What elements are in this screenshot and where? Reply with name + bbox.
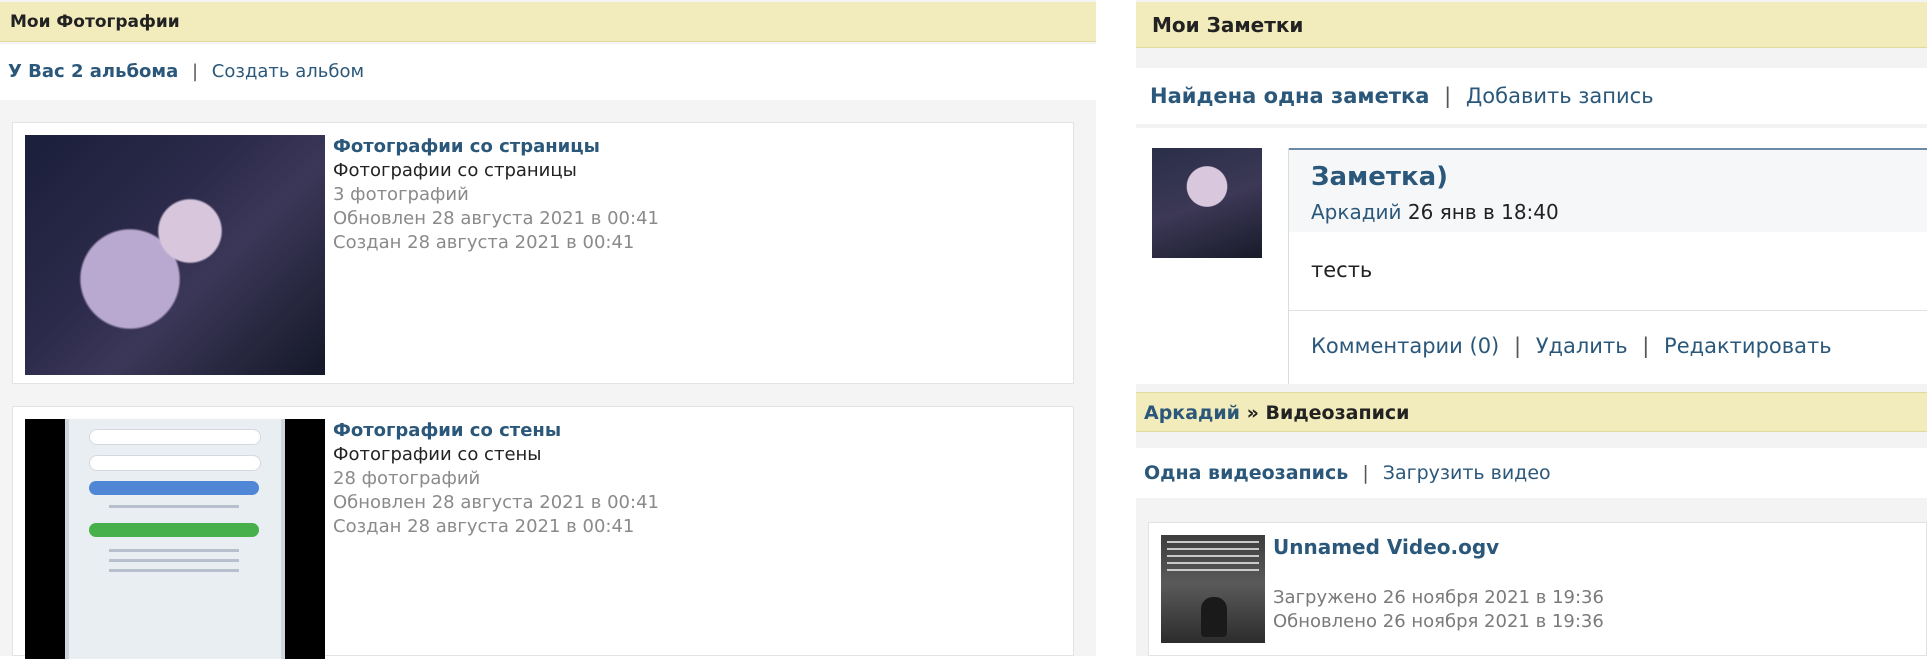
album-info: Фотографии со страницы Фотографии со стр…	[333, 135, 659, 255]
thumb-button	[89, 523, 259, 537]
thumb-figure	[1201, 597, 1227, 637]
divider	[1289, 310, 1927, 311]
photos-panel: Мои Фотографии У Вас 2 альбома | Создать…	[0, 0, 1096, 659]
breadcrumb-arrow: »	[1246, 402, 1259, 424]
thumb-caption-lines	[1167, 541, 1259, 571]
note-meta: Аркадий 26 янв в 18:40	[1311, 200, 1559, 224]
thumb-button	[89, 481, 259, 495]
delete-link[interactable]: Удалить	[1536, 334, 1628, 358]
album-card: Фотографии со страницы Фотографии со стр…	[12, 122, 1074, 384]
thumb-text	[109, 559, 239, 562]
comments-link[interactable]: Комментарии (0)	[1311, 334, 1499, 358]
album-created: Создан 28 августа 2021 в 00:41	[333, 516, 635, 537]
album-updated: Обновлен 28 августа 2021 в 00:41	[333, 492, 659, 513]
videos-summary: Одна видеозапись | Загрузить видео	[1136, 448, 1927, 498]
note-title-link[interactable]: Заметка)	[1311, 162, 1448, 192]
thumb-field	[89, 455, 261, 471]
album-created: Создан 28 августа 2021 в 00:41	[333, 232, 635, 253]
notes-header: Мои Заметки	[1136, 2, 1927, 48]
thumb-field	[89, 429, 261, 445]
edit-link[interactable]: Редактировать	[1664, 334, 1832, 358]
note-item: Заметка) Аркадий 26 янв в 18:40 тесть Ко…	[1136, 128, 1927, 384]
album-title-link[interactable]: Фотографии со страницы	[333, 135, 659, 159]
album-subtitle: Фотографии со страницы	[333, 160, 577, 181]
thumb-text	[109, 505, 239, 508]
video-uploaded: Загружено 26 ноября 2021 в 19:36	[1273, 587, 1604, 608]
summary-separator: |	[1362, 462, 1369, 484]
actions-separator: |	[1642, 334, 1650, 358]
album-photo-count: 28 фотографий	[333, 468, 481, 489]
album-updated: Обновлен 28 августа 2021 в 00:41	[333, 208, 659, 229]
videos-header: Аркадий » Видеозаписи	[1136, 392, 1927, 432]
add-note-link[interactable]: Добавить запись	[1466, 84, 1654, 108]
note-header: Заметка) Аркадий 26 янв в 18:40	[1289, 148, 1927, 232]
photos-header: Мои Фотографии	[0, 2, 1096, 42]
summary-separator: |	[1444, 84, 1452, 108]
album-thumbnail[interactable]	[25, 135, 325, 375]
note-datetime: 26 янв в 18:40	[1407, 200, 1559, 224]
create-album-link[interactable]: Создать альбом	[212, 61, 364, 82]
summary-separator: |	[191, 61, 199, 82]
right-panel: Мои Заметки Найдена одна заметка | Добав…	[1136, 0, 1927, 656]
notes-summary: Найдена одна заметка | Добавить запись	[1136, 68, 1927, 124]
thumb-text	[109, 569, 239, 572]
album-thumbnail[interactable]	[25, 419, 325, 659]
note-body: тесть	[1311, 258, 1373, 282]
albums-count-link[interactable]: У Вас 2 альбома	[8, 61, 178, 82]
avatar[interactable]	[1152, 148, 1262, 258]
thumb-text	[109, 549, 239, 552]
album-card: Фотографии со стены Фотографии со стены …	[12, 406, 1074, 659]
album-photo-count: 3 фотографий	[333, 184, 469, 205]
video-thumbnail[interactable]	[1161, 535, 1265, 643]
note-author-link[interactable]: Аркадий	[1311, 200, 1402, 224]
videos-header-section: Видеозаписи	[1265, 402, 1410, 424]
phone-screenshot	[65, 419, 285, 659]
note-actions: Комментарии (0) | Удалить | Редактироват…	[1311, 334, 1832, 358]
notes-count-link[interactable]: Найдена одна заметка	[1150, 84, 1429, 108]
videos-header-user-link[interactable]: Аркадий	[1144, 402, 1240, 424]
album-title-link[interactable]: Фотографии со стены	[333, 419, 659, 443]
videos-count-link[interactable]: Одна видеозапись	[1144, 462, 1348, 484]
video-item: Unnamed Video.ogv Загружено 26 ноября 20…	[1148, 522, 1927, 656]
video-updated: Обновлено 26 ноября 2021 в 19:36	[1273, 611, 1604, 632]
photos-summary: У Вас 2 альбома | Создать альбом	[0, 44, 1096, 100]
album-subtitle: Фотографии со стены	[333, 444, 542, 465]
album-info: Фотографии со стены Фотографии со стены …	[333, 419, 659, 539]
video-title-link[interactable]: Unnamed Video.ogv	[1273, 535, 1499, 559]
actions-separator: |	[1513, 334, 1522, 358]
note-card: Заметка) Аркадий 26 янв в 18:40 тесть Ко…	[1288, 148, 1927, 384]
upload-video-link[interactable]: Загрузить видео	[1383, 462, 1551, 484]
